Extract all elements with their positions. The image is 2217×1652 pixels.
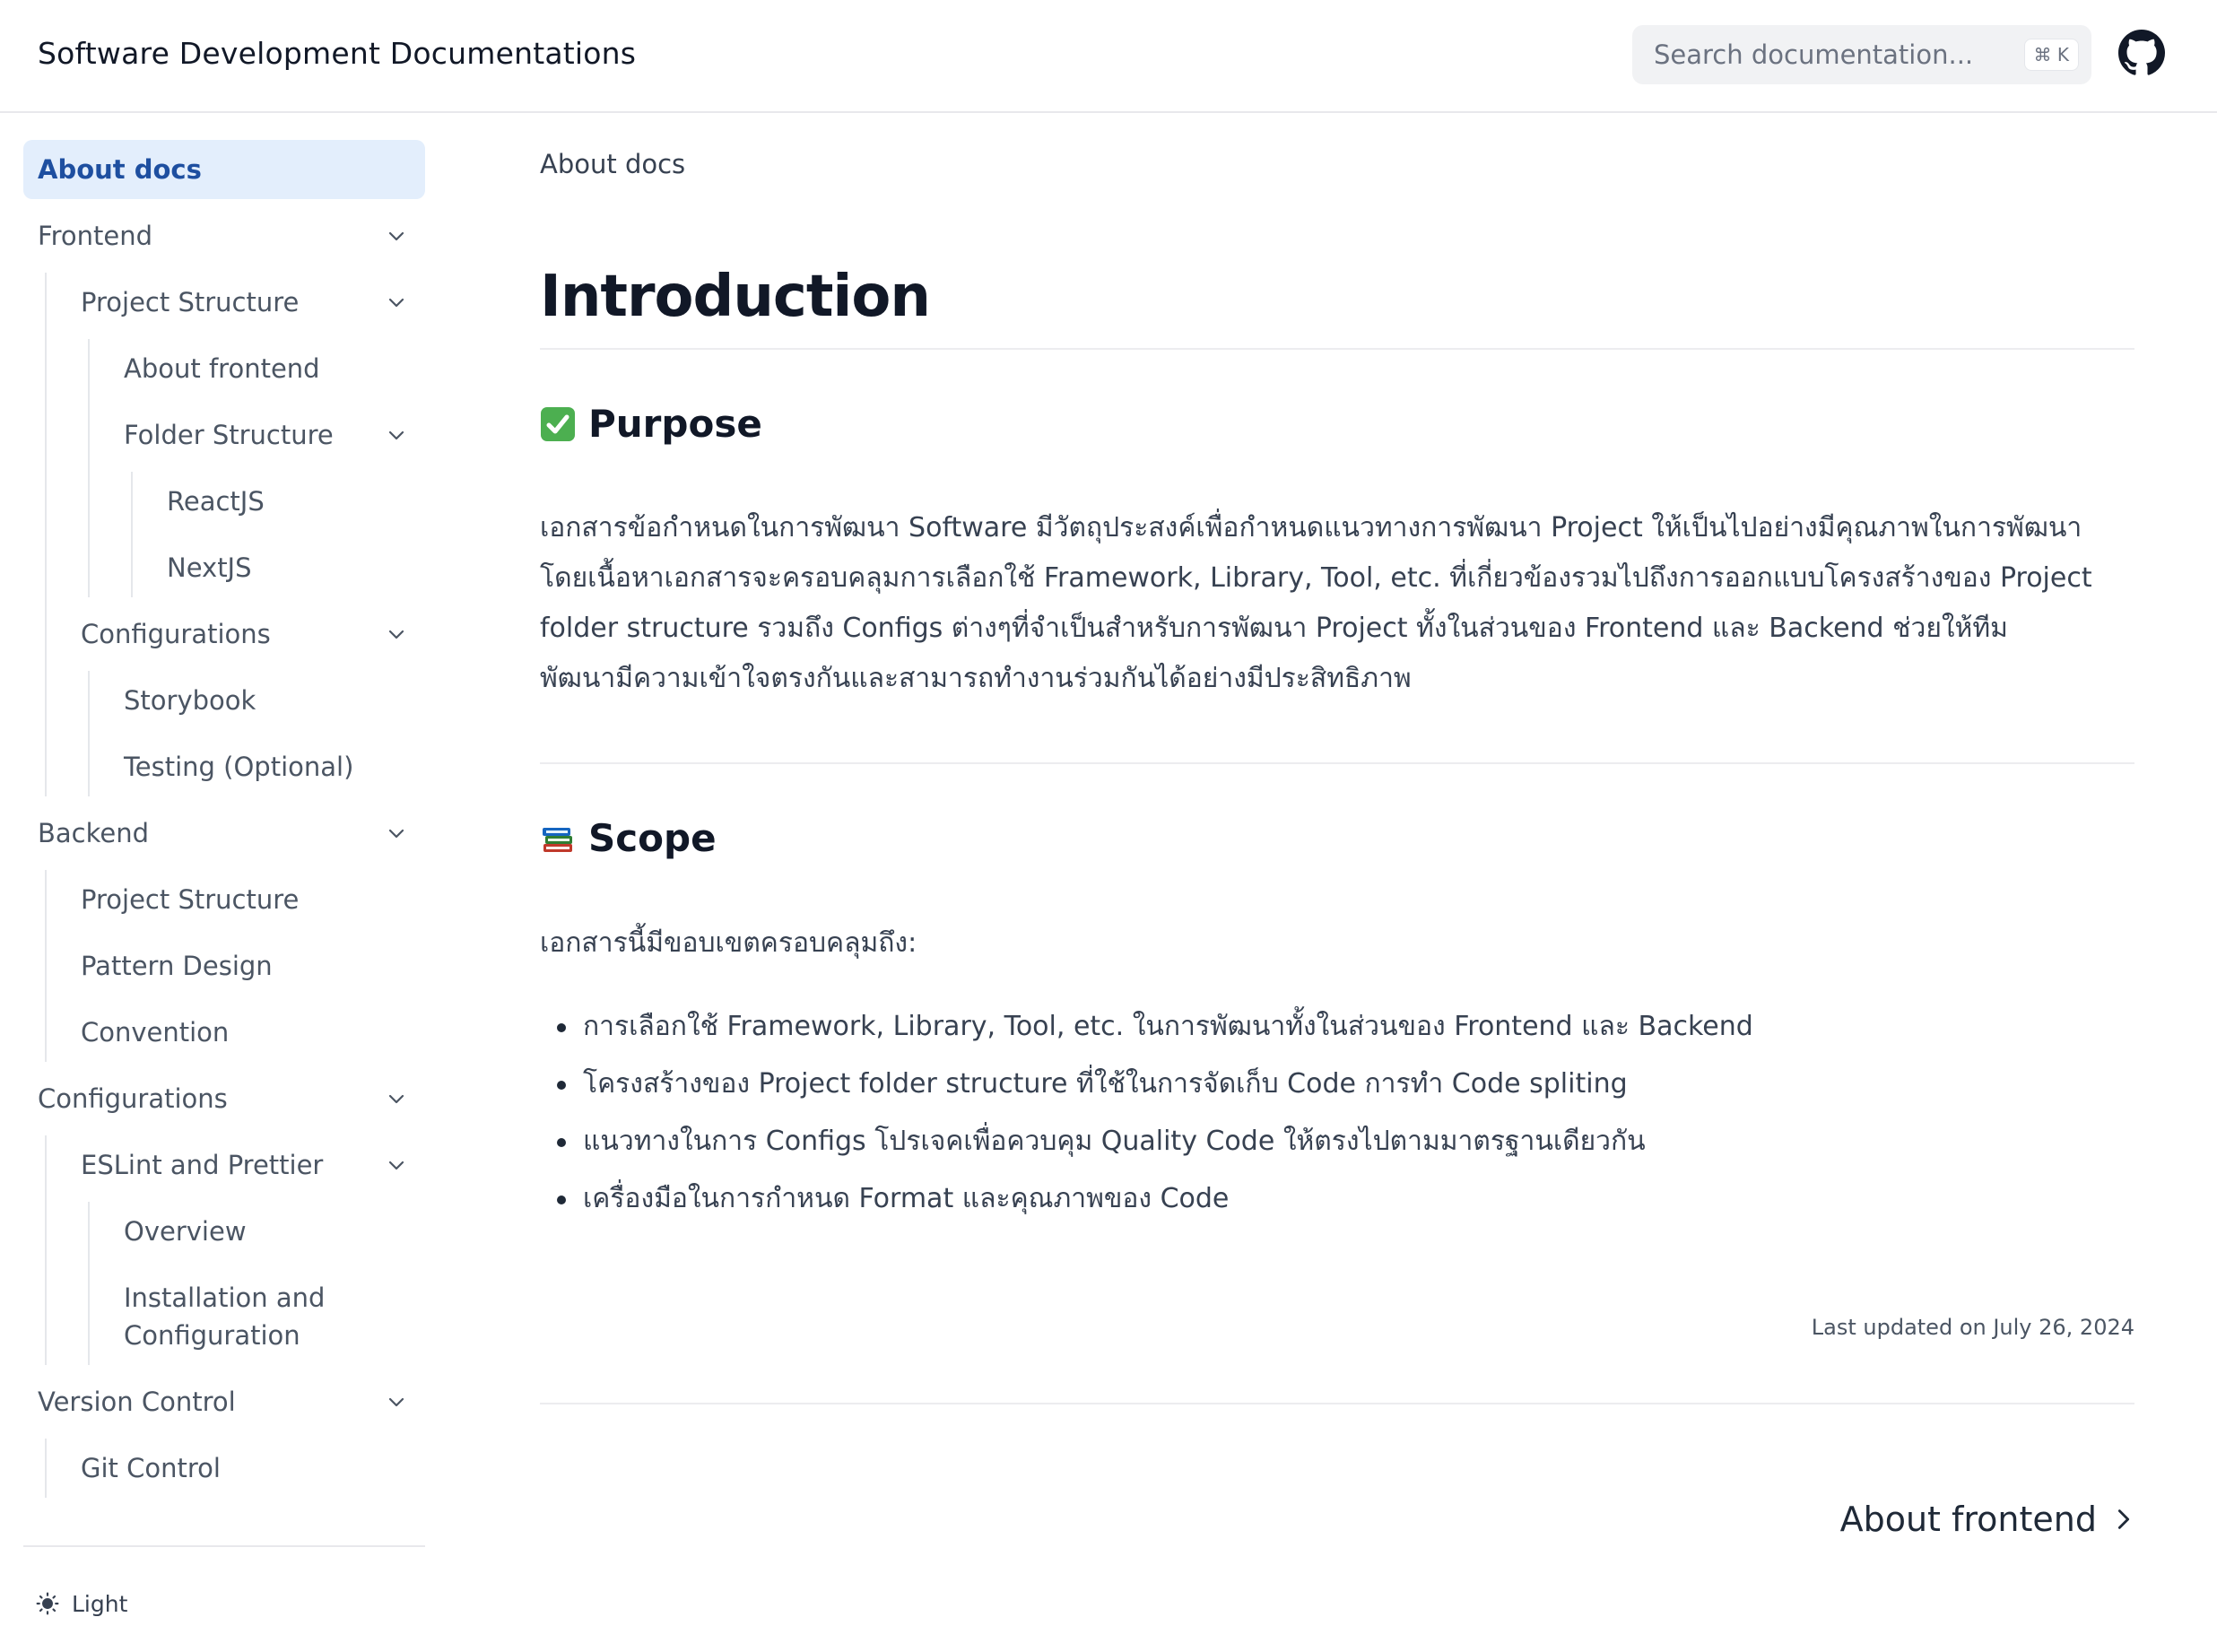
breadcrumb[interactable]: About docs <box>540 149 685 179</box>
list-item: โครงสร้างของ Project folder structure ที… <box>540 1056 2136 1113</box>
theme-toggle-label: Light <box>72 1590 128 1617</box>
chevron-right-icon <box>2117 1509 2130 1529</box>
sidebar-tree-guide <box>88 1202 90 1365</box>
sidebar-item-label: Configurations <box>38 1083 228 1114</box>
sidebar-tree-guide <box>88 339 90 597</box>
sidebar-item-label: Folder Structure <box>124 420 334 450</box>
purpose-heading: Purpose <box>540 402 762 446</box>
sidebar-item[interactable]: Storybook <box>124 671 425 730</box>
sidebar-item-label: Testing (Optional) <box>124 752 354 782</box>
sidebar-item[interactable]: About frontend <box>124 339 425 398</box>
sidebar-item-label: ReactJS <box>167 486 265 517</box>
search-input[interactable] <box>1654 25 2013 84</box>
sidebar-item-label: Configurations <box>81 619 271 649</box>
search-shortcut-badge: ⌘ K <box>2023 39 2079 71</box>
sidebar-item-label: Version Control <box>38 1387 236 1417</box>
chevron-down-icon[interactable] <box>386 623 407 645</box>
sidebar-item-label: Convention <box>81 1017 230 1048</box>
sidebar-item-label: Installation and Configuration <box>124 1279 325 1354</box>
sidebar-footer-divider <box>23 1545 425 1547</box>
sidebar-item[interactable]: Project Structure <box>81 273 425 332</box>
sidebar-item[interactable]: Configurations <box>38 1069 425 1128</box>
scope-intro: เอกสารนี้มีขอบเขตครอบคลุมถึง: <box>540 927 917 959</box>
sidebar-item-label: Frontend <box>38 221 152 251</box>
sidebar-item-label: Project Structure <box>81 287 300 317</box>
sun-icon <box>36 1592 59 1615</box>
purpose-line: โดยเนื้อหาเอกสารจะครอบคลุมการเลือกใช้ Fr… <box>540 562 2092 594</box>
theme-toggle-button[interactable]: Light <box>36 1586 127 1622</box>
site-title[interactable]: Software Development Documentations <box>38 36 636 71</box>
sidebar-item-label: Storybook <box>124 685 256 716</box>
check-mark-button-icon <box>541 406 575 441</box>
chevron-down-icon[interactable] <box>386 1088 407 1109</box>
sidebar-tree-guide <box>45 273 47 796</box>
sidebar-item[interactable]: NextJS <box>167 538 425 597</box>
sidebar-item-label: NextJS <box>167 552 252 583</box>
list-item: แนวทางในการ Configs โปรเจคเพื่อควบคุม Qu… <box>540 1113 2136 1170</box>
sidebar-item-label: About docs <box>38 154 202 185</box>
sidebar-item[interactable]: Folder Structure <box>124 405 425 465</box>
purpose-line: folder structure รวมถึง Configs ต่างๆที่… <box>540 613 2008 644</box>
sidebar-item-label: Pattern Design <box>81 951 273 981</box>
sidebar-item[interactable]: Overview <box>124 1202 425 1261</box>
purpose-line: เอกสารข้อกำหนดในการพัฒนา Software มีวัตถ… <box>540 512 2082 543</box>
sidebar-tree-guide <box>45 870 47 1062</box>
sidebar-item[interactable]: Convention <box>81 1003 425 1062</box>
title-divider <box>540 348 2134 350</box>
sidebar-tree-guide <box>131 472 133 597</box>
sidebar-item-label-line: Configuration <box>124 1320 300 1351</box>
purpose-heading-text: Purpose <box>588 402 762 446</box>
sidebar-item[interactable]: Installation and Configuration <box>124 1268 425 1365</box>
sidebar-item[interactable]: Project Structure <box>81 870 425 929</box>
sidebar-item-label: ESLint and Prettier <box>81 1150 324 1180</box>
section-divider <box>540 762 2134 764</box>
sidebar-item[interactable]: ESLint and Prettier <box>81 1135 425 1195</box>
list-item: เครื่องมือในการกำหนด Format และคุณภาพของ… <box>540 1170 2136 1228</box>
sidebar-item-label-line: Installation and <box>124 1282 326 1313</box>
purpose-paragraph: เอกสารข้อกำหนดในการพัฒนา Software มีวัตถ… <box>540 503 2136 704</box>
chevron-down-icon[interactable] <box>386 424 407 446</box>
github-icon[interactable] <box>2118 30 2165 76</box>
scope-heading: Scope <box>540 816 717 860</box>
search-box[interactable]: ⌘ K <box>1632 25 2091 84</box>
last-updated-text: Last updated on July 26, 2024 <box>1811 1315 2134 1340</box>
sidebar-item-label: Backend <box>38 818 150 848</box>
books-icon <box>543 827 572 852</box>
sidebar-item[interactable]: About docs <box>23 140 425 199</box>
page-title: Introduction <box>540 264 931 330</box>
top-navbar: Software Development Documentations ⌘ K <box>0 0 2217 113</box>
sidebar-tree-guide <box>88 671 90 796</box>
sidebar-tree-guide <box>45 1439 47 1498</box>
sidebar-item[interactable]: Backend <box>38 804 425 863</box>
chevron-down-icon[interactable] <box>386 822 407 844</box>
list-item: การเลือกใช้ Framework, Library, Tool, et… <box>540 998 2136 1056</box>
chevron-down-icon[interactable] <box>386 291 407 313</box>
chevron-down-icon[interactable] <box>386 1154 407 1176</box>
sidebar-item[interactable]: Pattern Design <box>81 936 425 996</box>
purpose-line: พัฒนามีความเข้าใจตรงกันและสามารถทำงานร่ว… <box>540 663 1412 694</box>
next-page-link[interactable]: About frontend <box>1840 1492 2136 1546</box>
next-page-label: About frontend <box>1839 1500 2097 1539</box>
sidebar-item-label: Git Control <box>81 1453 221 1483</box>
sidebar-tree-guide <box>45 1135 47 1365</box>
sidebar-item[interactable]: Frontend <box>38 206 425 265</box>
sidebar-item[interactable]: ReactJS <box>167 472 425 531</box>
sidebar-item-label: About frontend <box>124 353 320 384</box>
sidebar-item[interactable]: Testing (Optional) <box>124 737 425 796</box>
sidebar-item[interactable]: Git Control <box>81 1439 425 1498</box>
sidebar-item-label: Project Structure <box>81 884 300 915</box>
chevron-down-icon[interactable] <box>386 225 407 247</box>
scope-list: การเลือกใช้ Framework, Library, Tool, et… <box>540 998 2136 1228</box>
sidebar-item[interactable]: Version Control <box>38 1372 425 1431</box>
chevron-down-icon[interactable] <box>386 1391 407 1413</box>
sidebar-item-label: Overview <box>124 1216 247 1247</box>
sidebar-item[interactable]: Configurations <box>81 604 425 664</box>
sidebar: About docs Frontend Project Structure About… <box>0 113 448 1652</box>
footer-divider <box>540 1403 2134 1404</box>
scope-heading-text: Scope <box>588 816 717 860</box>
